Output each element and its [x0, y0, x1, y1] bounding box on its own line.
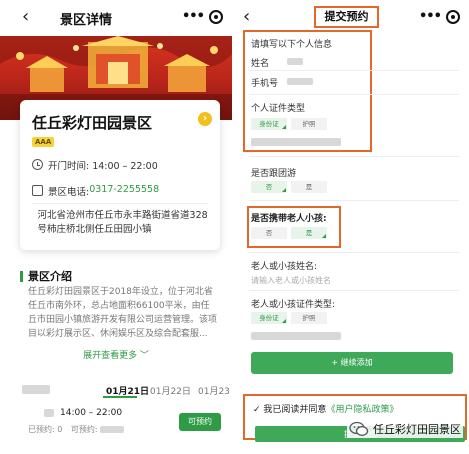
- id-number-blurred[interactable]: [251, 138, 341, 146]
- coupon-badge-icon[interactable]: ›: [198, 112, 212, 126]
- group-tour-label: 是否跟团游: [251, 169, 297, 179]
- name-label: 姓名: [251, 59, 270, 69]
- form-header: 请填写以下个人信息: [251, 40, 333, 50]
- agree-check-icon[interactable]: ✓: [253, 405, 261, 415]
- elder-name-input[interactable]: 请输入老人或小孩姓名: [251, 275, 331, 286]
- divider: [249, 200, 459, 201]
- opening-hours: 开门时间: 14:00 – 22:00: [48, 161, 158, 172]
- page-title: 景区详情: [59, 13, 112, 28]
- divider: [249, 94, 459, 95]
- elder-name-label: 老人或小孩姓名:: [251, 262, 318, 272]
- booked-prefix: 已预约:: [28, 425, 58, 434]
- opening-hours-row: 开门时间: 14:00 – 22:00: [32, 158, 158, 172]
- add-more-button[interactable]: + 继续添加: [251, 352, 453, 374]
- booked-value: 0: [57, 425, 63, 434]
- back-icon[interactable]: ‹: [243, 6, 250, 27]
- watermark-text: 任丘彩灯田园景区: [373, 423, 461, 436]
- divider: [249, 252, 459, 253]
- elder-child-option-selected[interactable]: 是: [291, 227, 327, 239]
- expand-more-link[interactable]: 展开查看更多 ﹀: [0, 348, 232, 361]
- elder-child-option[interactable]: 否: [251, 227, 287, 239]
- close-miniprogram-icon[interactable]: [209, 10, 223, 24]
- phone-icon: [32, 185, 43, 196]
- intro-text: 任丘彩灯田园景区于2018年设立，位于河北省任丘市南外环，总占地面积66100平…: [28, 287, 218, 339]
- id-type-option-selected[interactable]: 身份证: [251, 118, 287, 130]
- scenic-info-card: 任丘彩灯田园景区 › AAA 开门时间: 14:00 – 22:00 景区电话:…: [20, 100, 220, 250]
- reserve-button[interactable]: 可预约: [179, 413, 221, 431]
- intro-title: 景区介绍: [28, 270, 72, 283]
- blurred-date-tab[interactable]: [22, 385, 50, 394]
- page-title: 提交预约: [314, 6, 379, 28]
- screenshot-root: ‹ 景区详情 ••• 任丘彩灯田园景区 › AAA 开门时间: 14:00 – …: [0, 0, 469, 454]
- date-tab[interactable]: 01月22日: [150, 384, 191, 397]
- close-miniprogram-icon[interactable]: [446, 10, 460, 24]
- account-watermark: 任丘彩灯田园景区: [347, 420, 463, 438]
- elder-id-option-selected[interactable]: 身份证: [251, 312, 287, 324]
- blurred-slot-label: [44, 409, 54, 417]
- date-tab[interactable]: 01月23: [198, 384, 230, 397]
- more-icon[interactable]: •••: [419, 9, 442, 24]
- divider: [249, 156, 459, 157]
- booked-count: 已预约: 0 可预约:: [28, 424, 125, 435]
- elder-id-option[interactable]: 护照: [291, 312, 327, 324]
- address-row[interactable]: 河北省沧州市任丘市永丰路街道省道328号柿庄桥北侧任丘田园小镇: [32, 209, 212, 237]
- phone-label: 手机号: [251, 79, 279, 89]
- left-nav-bar: ‹ 景区详情 •••: [0, 0, 232, 36]
- slot-time: 14:00 – 22:00: [60, 408, 123, 418]
- divider: [249, 70, 459, 71]
- divider: [249, 290, 459, 291]
- wechat-logo-icon: [349, 421, 369, 437]
- scenic-name: 任丘彩灯田园景区: [32, 114, 153, 132]
- name-field-blurred[interactable]: [287, 58, 303, 65]
- phone-field-blurred[interactable]: [287, 78, 313, 85]
- phone-number-link[interactable]: 0317-2255558: [89, 184, 159, 195]
- time-slot: 14:00 – 22:00: [44, 408, 122, 418]
- id-type-option[interactable]: 护照: [291, 118, 327, 130]
- more-icon[interactable]: •••: [182, 9, 205, 24]
- phone-label: 景区电话:: [48, 187, 90, 198]
- intro-section-title: 景区介绍: [20, 268, 72, 284]
- address-text: 河北省沧州市任丘市永丰路街道省道328号柿庄桥北侧任丘田园小镇: [37, 210, 208, 235]
- group-tour-option-selected[interactable]: 否: [251, 181, 287, 193]
- group-tour-option[interactable]: 是: [291, 181, 327, 193]
- privacy-agreement[interactable]: ✓ 我已阅读并同意《用户隐私政策》: [253, 402, 398, 415]
- rating-badge: AAA: [32, 137, 55, 147]
- elder-child-label: 是否携带老人小孩:: [251, 214, 327, 224]
- available-prefix: 可预约:: [70, 425, 101, 434]
- section-accent-bar: [20, 270, 23, 282]
- elder-id-number-blurred[interactable]: [251, 332, 341, 340]
- blurred-available-value: [100, 426, 125, 433]
- privacy-policy-link[interactable]: 《用户隐私政策》: [326, 405, 398, 415]
- elder-id-label: 老人或小孩证件类型:: [251, 300, 336, 310]
- id-type-label: 个人证件类型: [251, 104, 306, 114]
- phone-row[interactable]: 景区电话: 0317-2255558: [32, 184, 159, 198]
- submit-reservation-screen: ‹ ••• 提交预约 请填写以下个人信息 姓名 手机号 个人证件类型 身份证 护…: [237, 0, 469, 454]
- scenic-detail-screen: ‹ 景区详情 ••• 任丘彩灯田园景区 › AAA 开门时间: 14:00 – …: [0, 0, 232, 454]
- divider: [32, 203, 208, 204]
- selected-date-indicator: [103, 396, 137, 398]
- agree-text: 我已阅读并同意: [263, 405, 327, 415]
- clock-icon: [32, 159, 43, 170]
